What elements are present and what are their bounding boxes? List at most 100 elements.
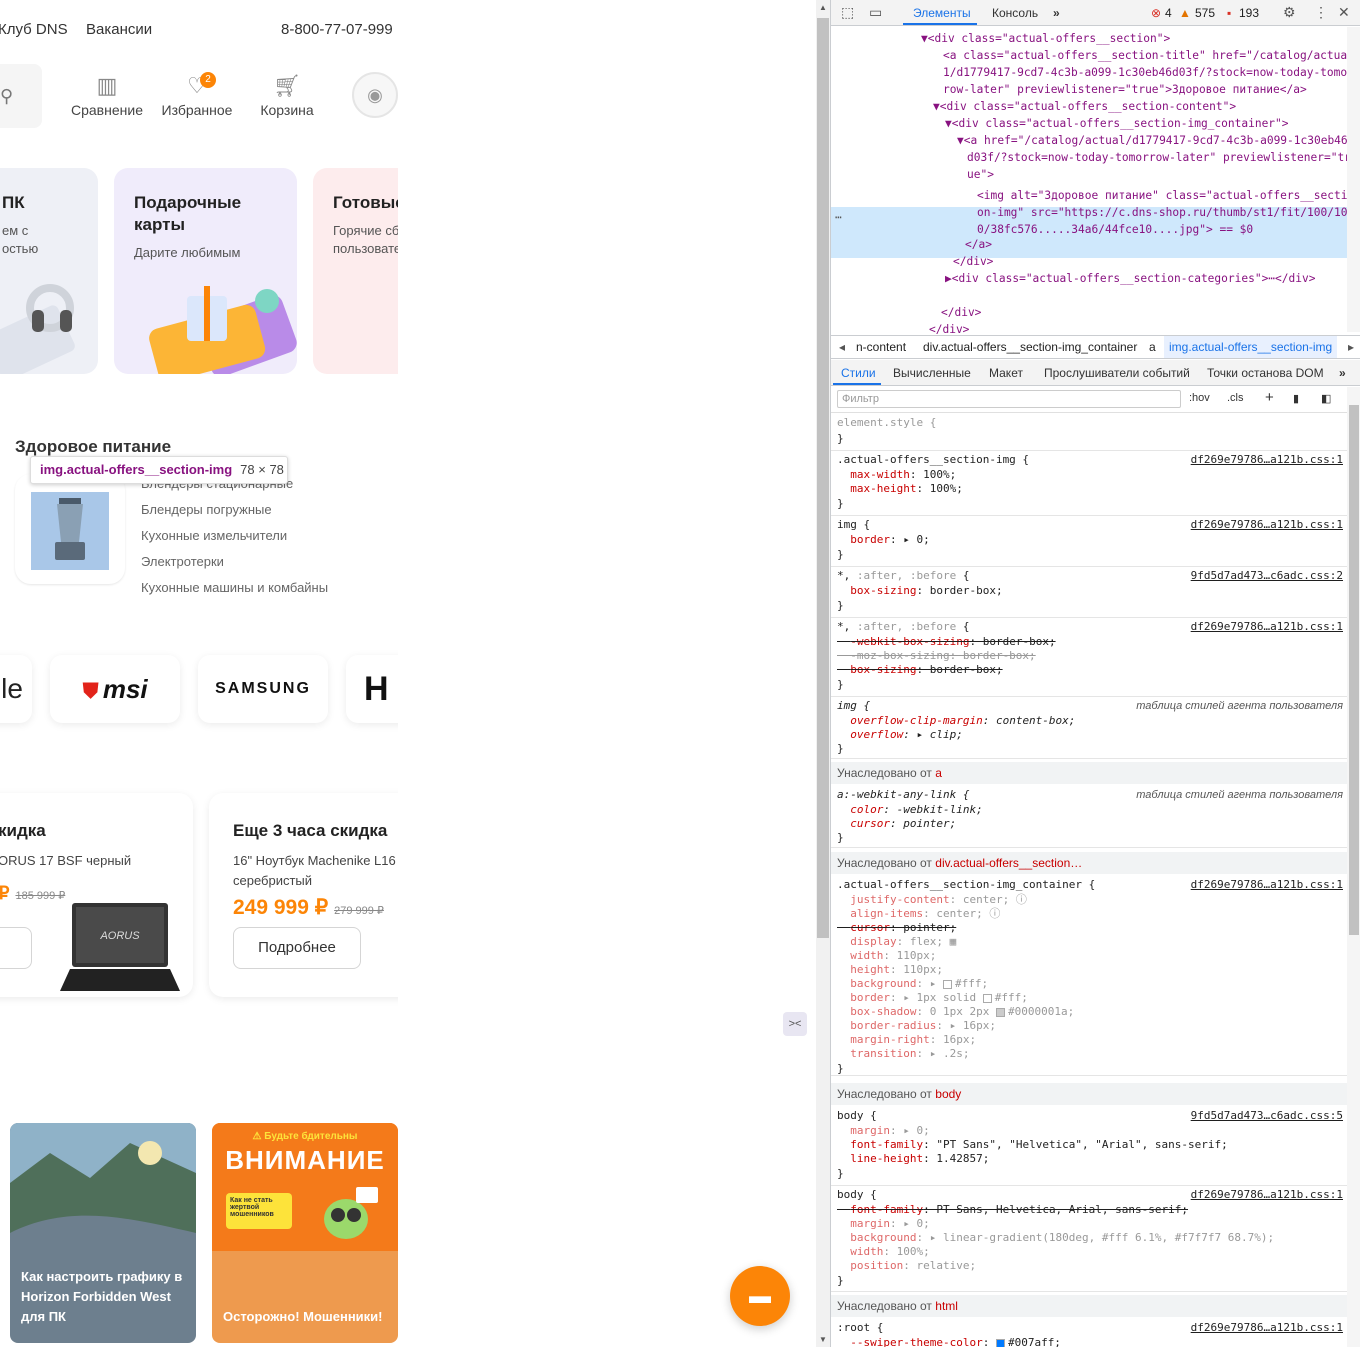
dom-node-line[interactable]: <a class="actual-offers__section-title" … bbox=[943, 47, 1347, 64]
dom-node-line[interactable]: </div> bbox=[941, 304, 1347, 321]
tab-elements[interactable]: Элементы bbox=[913, 6, 971, 20]
dom-node-line[interactable]: ▼<div class="actual-offers__section-img_… bbox=[945, 115, 1347, 132]
dom-node-line[interactable]: on-img" src="https://c.dns-shop.ru/thumb… bbox=[977, 204, 1347, 221]
dom-node-line[interactable]: <img alt="Здоровое питание" class="actua… bbox=[977, 187, 1347, 204]
tab-dom-breakpoints[interactable]: Точки останова DOM bbox=[1207, 366, 1324, 380]
warning-count[interactable]: 575 bbox=[1195, 6, 1215, 20]
cart-button[interactable]: 🛒︎ Корзина bbox=[242, 72, 332, 118]
brand-next[interactable]: H bbox=[346, 655, 398, 723]
dom-node-line[interactable]: ▼<a href="/catalog/actual/d1779417-9cd7-… bbox=[957, 132, 1347, 149]
category-link[interactable]: Кухонные машины и комбайны bbox=[141, 580, 328, 595]
stylesheet-link[interactable]: df269e79786…a121b.css:1 bbox=[1191, 878, 1343, 892]
cls-toggle[interactable]: .cls bbox=[1227, 392, 1244, 404]
close-icon[interactable]: ✕ bbox=[1338, 4, 1350, 21]
paint-brush-icon[interactable]: ▮ bbox=[1293, 392, 1299, 405]
club-dns-link[interactable]: Клуб DNS bbox=[0, 21, 68, 38]
avatar[interactable]: ◉ bbox=[352, 72, 398, 118]
breadcrumb-item[interactable]: div.actual-offers__section-img_container bbox=[923, 336, 1137, 358]
dom-node-line[interactable]: </a> bbox=[965, 236, 1347, 253]
style-rule[interactable]: element.style {} bbox=[831, 414, 1347, 451]
stylesheet-link[interactable]: 9fd5d7ad473…c6adc.css:5 bbox=[1191, 1109, 1343, 1123]
deal-card[interactable]: Еще 3 часа скидка 16" Ноутбук Machenike … bbox=[209, 793, 398, 997]
styles-pane[interactable]: element.style {} .actual-offers__section… bbox=[831, 414, 1347, 1347]
breadcrumb-item[interactable]: a bbox=[1149, 336, 1156, 358]
stylesheet-link[interactable]: 9fd5d7ad473…c6adc.css:2 bbox=[1191, 569, 1343, 583]
card-gift-cards[interactable]: Подарочные карты Дарите любимым bbox=[114, 168, 297, 374]
promo-card[interactable]: ⚠ Будьте бдительны ВНИМАНИЕ Как не стать… bbox=[212, 1123, 398, 1343]
favorites-button[interactable]: ♡ 2 Избранное bbox=[152, 72, 242, 118]
stylesheet-link[interactable]: df269e79786…a121b.css:1 bbox=[1191, 518, 1343, 532]
style-rule[interactable]: *, :after, :before { 9fd5d7ad473…c6adc.c… bbox=[831, 567, 1347, 618]
deal-details-button[interactable]: Подробнее bbox=[233, 927, 361, 969]
scrollbar-thumb[interactable] bbox=[1349, 405, 1359, 935]
stylesheet-link[interactable]: df269e79786…a121b.css:1 bbox=[1191, 1188, 1343, 1202]
stylesheet-link[interactable]: df269e79786…a121b.css:1 bbox=[1191, 620, 1343, 634]
styles-scrollbar[interactable] bbox=[1347, 387, 1360, 1347]
error-icon[interactable]: ⊗ bbox=[1151, 6, 1161, 20]
dom-node-line[interactable]: 1/d1779417-9cd7-4c3b-a099-1c30eb46d03f/?… bbox=[943, 64, 1347, 81]
style-rule[interactable]: body { 9fd5d7ad473…c6adc.css:5 margin: ▸… bbox=[831, 1107, 1347, 1186]
tab-layout[interactable]: Макет bbox=[989, 366, 1023, 380]
breadcrumb-item-active[interactable]: img.actual-offers__section-img bbox=[1164, 336, 1338, 358]
issues-icon[interactable]: ▪ bbox=[1227, 6, 1231, 20]
sidebar-toggle-icon[interactable]: ◧ bbox=[1321, 392, 1331, 405]
promo-card[interactable]: Как настроить графику в Horizon Forbidde… bbox=[10, 1123, 196, 1343]
warning-icon[interactable]: ▲ bbox=[1179, 6, 1191, 20]
dom-node-line[interactable]: ▶<div class="actual-offers__section-cate… bbox=[945, 270, 1347, 287]
style-rule[interactable]: img { df269e79786…a121b.css:1 border: ▸ … bbox=[831, 516, 1347, 567]
settings-gear-icon[interactable]: ⚙ bbox=[1283, 4, 1296, 21]
hov-toggle[interactable]: :hov bbox=[1189, 392, 1210, 404]
node-menu-icon[interactable]: ⋯ bbox=[835, 209, 842, 226]
dom-node-line[interactable]: row-later" previewlistener="true">Здоров… bbox=[943, 81, 1347, 98]
tab-computed[interactable]: Вычисленные bbox=[893, 366, 971, 380]
more-options-icon[interactable]: ⋮ bbox=[1314, 4, 1328, 21]
issues-count[interactable]: 193 bbox=[1239, 6, 1259, 20]
breadcrumb-item[interactable]: n-content bbox=[856, 336, 906, 358]
deal-details-button[interactable]: е bbox=[0, 927, 32, 969]
error-count[interactable]: 4 bbox=[1165, 6, 1172, 20]
category-link[interactable]: Электротерки bbox=[141, 554, 224, 569]
device-toolbar-icon[interactable]: ▭ bbox=[869, 4, 882, 21]
category-link[interactable]: Кухонные измельчители bbox=[141, 528, 287, 543]
tab-event-listeners[interactable]: Прослушиватели событий bbox=[1044, 366, 1190, 380]
card-pc[interactable]: ПК ем с остью bbox=[0, 168, 98, 374]
category-link[interactable]: Блендеры погружные bbox=[141, 502, 272, 517]
scroll-up-icon[interactable]: ▲ bbox=[819, 3, 827, 12]
blender-image[interactable] bbox=[31, 492, 109, 570]
more-tabs-icon[interactable]: » bbox=[1339, 366, 1346, 380]
style-rule[interactable]: .actual-offers__section-img { df269e7978… bbox=[831, 451, 1347, 516]
scroll-down-icon[interactable]: ▼ bbox=[819, 1335, 827, 1344]
breadcrumb-right-icon[interactable]: ▸ bbox=[1348, 336, 1354, 358]
more-tabs-icon[interactable]: » bbox=[1053, 6, 1060, 20]
brand-samsung[interactable]: SAMSUNG bbox=[198, 655, 328, 723]
compare-button[interactable]: ▥ Сравнение bbox=[62, 72, 152, 118]
stylesheet-link[interactable]: df269e79786…a121b.css:1 bbox=[1191, 1321, 1343, 1335]
add-rule-icon[interactable]: + bbox=[1265, 389, 1274, 406]
chat-button[interactable]: ▬ bbox=[730, 1266, 790, 1326]
inspect-element-icon[interactable]: ⬚ bbox=[841, 4, 854, 21]
dom-node-line[interactable]: ▼<div class="actual-offers__section"> bbox=[921, 30, 1347, 47]
tab-console[interactable]: Консоль bbox=[992, 6, 1038, 20]
deal-card[interactable]: кидка ORUS 17 BSF черный ₽185 999 ₽ е AO… bbox=[0, 793, 193, 997]
style-rule[interactable]: :root { df269e79786…a121b.css:1 --swiper… bbox=[831, 1319, 1347, 1347]
search-field[interactable]: ⚲ bbox=[0, 64, 42, 128]
section-title-healthy-food[interactable]: Здоровое питание bbox=[15, 437, 171, 457]
page-scrollbar[interactable]: ▲ ▼ bbox=[816, 0, 830, 1347]
dom-tree[interactable]: ⋯ ▼<div class="actual-offers__section"> <… bbox=[831, 27, 1347, 336]
toggle-sidebar-icon[interactable]: >< bbox=[783, 1012, 807, 1036]
scrollbar-thumb[interactable] bbox=[817, 18, 829, 938]
brand-msi[interactable]: ⛊ msi bbox=[50, 655, 180, 723]
dom-node-line[interactable]: ue"> bbox=[967, 166, 1347, 183]
dom-node-line[interactable]: </div> bbox=[953, 253, 1347, 270]
dom-node-line[interactable]: ▼<div class="actual-offers__section-cont… bbox=[933, 98, 1347, 115]
dom-node-line[interactable]: d03f/?stock=now-today-tomorrow-later" pr… bbox=[967, 149, 1347, 166]
phone-number[interactable]: 8-800-77-07-999 bbox=[281, 21, 393, 38]
filter-input[interactable]: Фильтр bbox=[837, 390, 1181, 408]
style-rule[interactable]: body { df269e79786…a121b.css:1 font-fami… bbox=[831, 1186, 1347, 1292]
brand-apple[interactable]: le bbox=[0, 655, 32, 723]
dom-scrollbar[interactable] bbox=[1347, 27, 1360, 332]
stylesheet-link[interactable]: df269e79786…a121b.css:1 bbox=[1191, 453, 1343, 467]
breadcrumb-left-icon[interactable]: ◂ bbox=[839, 336, 845, 358]
style-rule[interactable]: *, :after, :before { df269e79786…a121b.c… bbox=[831, 618, 1347, 697]
style-rule[interactable]: .actual-offers__section-img_container { … bbox=[831, 876, 1347, 1076]
